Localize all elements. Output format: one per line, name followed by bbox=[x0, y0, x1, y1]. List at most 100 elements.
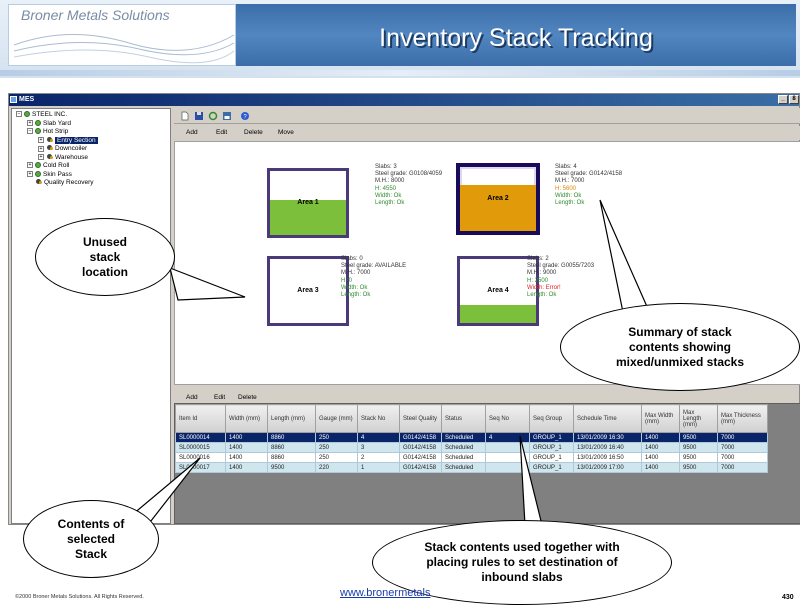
column-header[interactable]: Schedule Time bbox=[573, 404, 642, 433]
table-cell: 1400 bbox=[641, 462, 680, 473]
tree-item[interactable]: − Hot Strip bbox=[12, 128, 170, 137]
callout-summary-text: Summary of stack contents showing mixed/… bbox=[615, 324, 745, 369]
table-cell bbox=[485, 452, 530, 463]
table-cell: Scheduled bbox=[441, 442, 486, 453]
expand-icon[interactable]: + bbox=[27, 162, 33, 169]
table-cell: SL0000015 bbox=[175, 442, 226, 453]
table-cell: 8860 bbox=[267, 442, 316, 453]
stack-summary-line: H: 5600 bbox=[555, 185, 577, 192]
column-header[interactable]: Max Thickness (mm) bbox=[717, 404, 768, 433]
column-header[interactable]: Steel Quality bbox=[399, 404, 442, 433]
delete-item-button[interactable]: Delete bbox=[238, 393, 257, 403]
plant-icon bbox=[24, 111, 30, 118]
stack-area-3[interactable]: Area 3 bbox=[267, 256, 349, 326]
save-icon[interactable] bbox=[194, 111, 204, 121]
gear-icon bbox=[35, 179, 42, 186]
collapse-icon[interactable]: − bbox=[27, 128, 33, 135]
disk-icon[interactable] bbox=[222, 111, 232, 121]
tree-item-label: Hot Strip bbox=[43, 128, 69, 135]
restore-button[interactable]: 8 bbox=[789, 95, 799, 104]
refresh-icon[interactable] bbox=[208, 111, 218, 121]
callout-contents-text: Contents of selected Stack bbox=[57, 516, 125, 561]
tree-item[interactable]: + Slab Yard bbox=[12, 120, 170, 129]
tree-item[interactable]: + Warehouse bbox=[12, 153, 170, 163]
collapse-icon[interactable]: − bbox=[16, 111, 22, 118]
table-cell: SL0000017 bbox=[175, 462, 226, 473]
table-cell: Scheduled bbox=[441, 452, 486, 463]
stack-area-2[interactable]: Area 2 bbox=[457, 164, 539, 234]
stack-summary-4: Slabs: 2 Steel grade: G0055/7203 M.H.: 900… bbox=[527, 256, 594, 299]
table-row[interactable]: SL0000016 1400 8860 250 2 G0142/4158 Scheduled… bbox=[175, 452, 768, 463]
minimize-button[interactable]: _ bbox=[778, 95, 788, 104]
table-cell: 250 bbox=[315, 442, 358, 453]
stack-area-1[interactable]: Area 1 bbox=[267, 168, 349, 238]
stack-summary-line: Slabs: 2 bbox=[527, 256, 549, 262]
stack-summary-line: H: 4550 bbox=[375, 185, 397, 192]
help-icon[interactable]: ? bbox=[240, 111, 250, 121]
tree-item-label: Slab Yard bbox=[43, 119, 71, 127]
column-header[interactable]: Max Width (mm) bbox=[641, 404, 680, 433]
gear-icon bbox=[46, 145, 53, 152]
edit-stack-button[interactable]: Edit bbox=[216, 126, 227, 140]
column-header[interactable]: Seq No bbox=[485, 404, 530, 433]
move-stack-button[interactable]: Move bbox=[278, 126, 294, 140]
tree-item-label: Cold Roll bbox=[43, 162, 70, 169]
add-item-button[interactable]: Add bbox=[186, 393, 198, 403]
table-cell bbox=[485, 462, 530, 473]
expand-icon[interactable]: + bbox=[38, 145, 44, 152]
callout-placing-text: Stack contents used together with placin… bbox=[424, 540, 620, 584]
plant-icon bbox=[35, 119, 41, 126]
expand-icon[interactable]: + bbox=[38, 154, 44, 160]
table-cell: G0142/4158 bbox=[399, 442, 442, 453]
table-cell: 8860 bbox=[267, 432, 316, 443]
column-header[interactable]: Length (mm) bbox=[267, 404, 316, 433]
stack-summary-line: Steel grade: AVAILABLE bbox=[341, 263, 407, 270]
column-header[interactable]: Width (mm) bbox=[225, 404, 268, 433]
table-row[interactable]: SL0000017 1400 9500 220 1 G0142/4158 Scheduled… bbox=[175, 462, 768, 473]
stack-summary-line: Length: Ok bbox=[375, 200, 405, 207]
tree-item[interactable]: − STEEL INC. bbox=[12, 111, 170, 120]
plant-icon bbox=[35, 162, 41, 169]
table-cell: 13/01/2009 16:30 bbox=[573, 432, 642, 443]
column-header[interactable]: Gauge (mm) bbox=[315, 404, 358, 433]
tree-item[interactable]: + Entry Section bbox=[12, 136, 170, 146]
expand-icon[interactable]: + bbox=[38, 137, 44, 143]
table-row[interactable]: SL0000015 1400 8860 250 3 G0142/4158 Scheduled… bbox=[175, 442, 768, 453]
table-cell: GROUP_1 bbox=[529, 442, 574, 453]
add-stack-button[interactable]: Add bbox=[186, 126, 198, 140]
delete-stack-button[interactable]: Delete bbox=[244, 126, 263, 140]
table-cell: 4 bbox=[357, 432, 400, 443]
stack-summary-line: Width: Ok bbox=[375, 192, 402, 199]
table-cell: 220 bbox=[315, 462, 358, 473]
copyright-text: ©2000 Broner Metals Solutions. All Right… bbox=[15, 594, 144, 600]
stack-summary-line: H: 0 bbox=[341, 277, 353, 284]
stack-summary-line: H: 2500 bbox=[527, 277, 549, 284]
new-doc-icon[interactable] bbox=[180, 111, 190, 121]
column-header[interactable]: Stack No bbox=[357, 404, 400, 433]
table-row[interactable]: SL0000014 1400 8860 250 4 G0142/4158 Scheduled… bbox=[175, 432, 768, 443]
tree-item[interactable]: + Cold Roll bbox=[12, 162, 170, 171]
table-cell: 9500 bbox=[679, 442, 718, 453]
table-cell: G0142/4158 bbox=[399, 462, 442, 473]
stack-summary-line: Width: Ok bbox=[341, 284, 368, 291]
website-link[interactable]: www.bronermetals bbox=[340, 587, 430, 599]
table-cell: G0142/4158 bbox=[399, 452, 442, 463]
edit-item-button[interactable]: Edit bbox=[214, 393, 225, 403]
tree-item[interactable]: Quality Recovery bbox=[12, 179, 170, 188]
window-titlebar[interactable]: MES _ 8 bbox=[9, 94, 799, 106]
column-header[interactable]: Status bbox=[441, 404, 486, 433]
stack-summary-line: M.H.: 9000 bbox=[527, 270, 557, 277]
expand-icon[interactable]: + bbox=[27, 119, 33, 126]
column-header[interactable]: Max Length (mm) bbox=[679, 404, 718, 433]
table-cell: 1400 bbox=[641, 442, 680, 453]
column-header[interactable]: Item Id bbox=[175, 404, 226, 433]
table-cell: 7000 bbox=[717, 452, 768, 463]
tree-item[interactable]: + Downcoiler bbox=[12, 145, 170, 154]
stack-summary-line: Slabs: 0 bbox=[341, 256, 363, 262]
table-cell: 3 bbox=[357, 442, 400, 453]
table-cell: 1400 bbox=[225, 452, 268, 463]
column-header[interactable]: Seq Group bbox=[529, 404, 574, 433]
stack-summary-1: Slabs: 3 Steel grade: G0108/4059 M.H.: 800… bbox=[375, 164, 442, 207]
tree-item[interactable]: + Skin Pass bbox=[12, 171, 170, 180]
expand-icon[interactable]: + bbox=[27, 170, 33, 177]
